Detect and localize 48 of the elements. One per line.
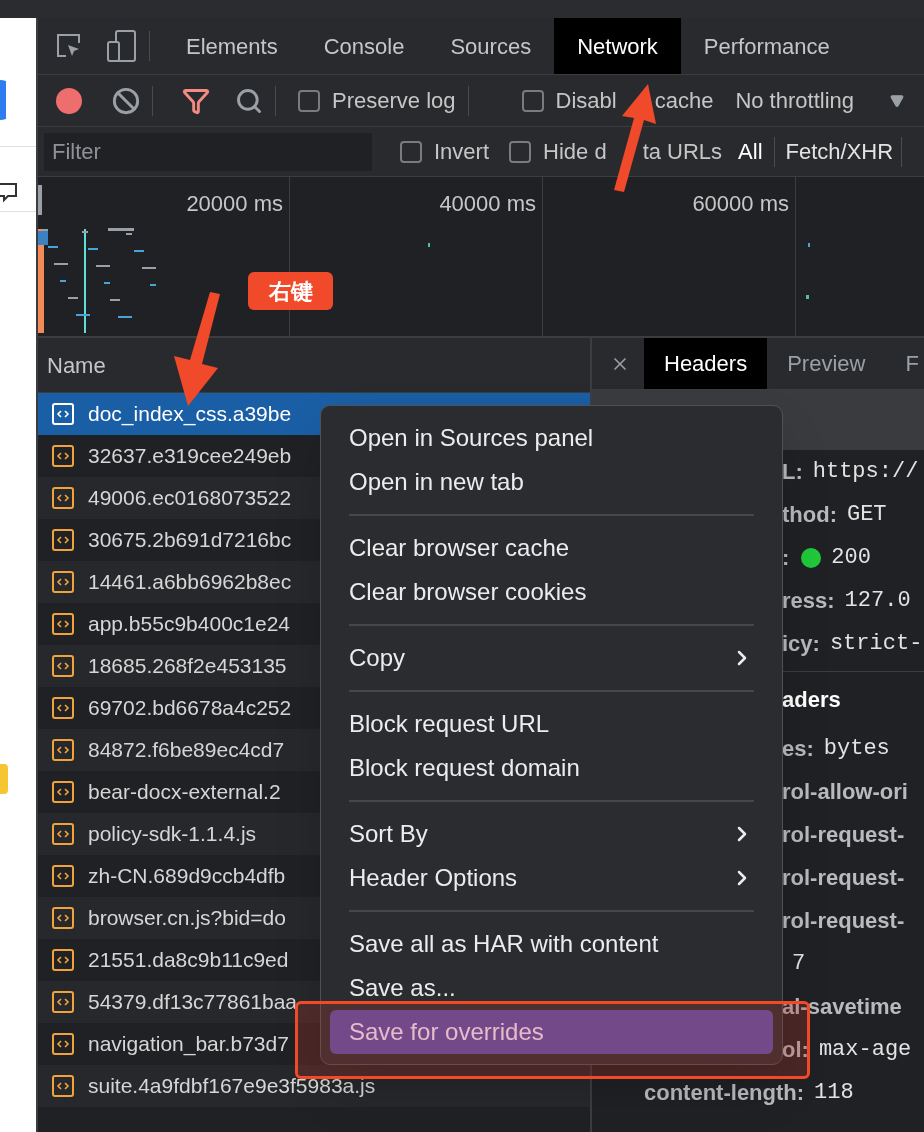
header-value: 200 xyxy=(831,544,871,572)
time-tick-label: 60000 ms xyxy=(692,190,789,218)
header-key: thod: xyxy=(782,498,837,531)
request-name: suite.4a9fdbf167e9e3f5983a.js xyxy=(88,1073,376,1100)
checkbox-label: ta URLs xyxy=(642,138,723,166)
request-name: 49006.ec0168073522 xyxy=(88,485,292,512)
request-name: 14461.a6bb6962b8ec xyxy=(88,569,292,596)
header-value: 118 xyxy=(814,1079,854,1107)
checkbox-label: Invert xyxy=(434,138,490,166)
request-name: 18685.268f2e453135 xyxy=(88,653,287,680)
header-key: content-length: xyxy=(644,1076,805,1109)
request-name: doc_index_css.a39be xyxy=(88,401,292,428)
header-key: rol-request- xyxy=(782,818,905,851)
header-key: es: xyxy=(782,732,814,765)
header-key: rol-request- xyxy=(782,904,905,937)
request-name: zh-CN.689d9ccb4dfb xyxy=(88,863,286,890)
checkbox-label: Preserve log xyxy=(332,87,456,115)
request-name: browser.cn.js?bid=do xyxy=(88,905,286,932)
header-value: bytes xyxy=(823,735,890,763)
request-name: 54379.df13c77861baa xyxy=(88,989,298,1016)
checkbox-label: Hide d xyxy=(543,138,607,166)
request-name: bear-docx-external.2 xyxy=(88,779,281,806)
header-key: rol-request- xyxy=(782,861,905,894)
request-name: 84872.f6be89ec4cd7 xyxy=(88,737,285,764)
header-value: GET xyxy=(846,501,887,529)
header-value: 127.0 xyxy=(844,587,911,615)
checkbox-label: Disabl xyxy=(555,87,617,115)
header-key: : xyxy=(782,541,790,574)
time-tick-label: 20000 ms xyxy=(186,190,283,218)
request-name: 32637.e319cee249eb xyxy=(88,443,292,470)
header-key: ol: xyxy=(782,1033,809,1066)
header-key: icy: xyxy=(782,627,820,660)
checkbox-label: cache xyxy=(654,87,714,115)
header-value: max-age xyxy=(818,1036,912,1064)
header-key: L: xyxy=(782,455,803,488)
header-value: 7 xyxy=(792,950,806,978)
header-key: rol-allow-ori xyxy=(782,775,908,808)
request-name: 69702.bd6678a4c252 xyxy=(88,695,292,722)
request-name: 21551.da8c9b11c9ed xyxy=(88,947,289,974)
request-name: policy-sdk-1.1.4.js xyxy=(88,821,257,848)
request-name: app.b55c9b400c1e24 xyxy=(88,611,291,638)
time-tick-label: 40000 ms xyxy=(439,190,536,218)
header-value: https:// xyxy=(812,458,919,486)
header-key: ress: xyxy=(782,584,835,617)
request-name: 30675.2b691d7216bc xyxy=(88,527,292,554)
annotation-label: 右键 xyxy=(248,272,333,310)
request-name: navigation_bar.b73d7 xyxy=(88,1031,289,1058)
header-value: strict- xyxy=(829,630,923,658)
